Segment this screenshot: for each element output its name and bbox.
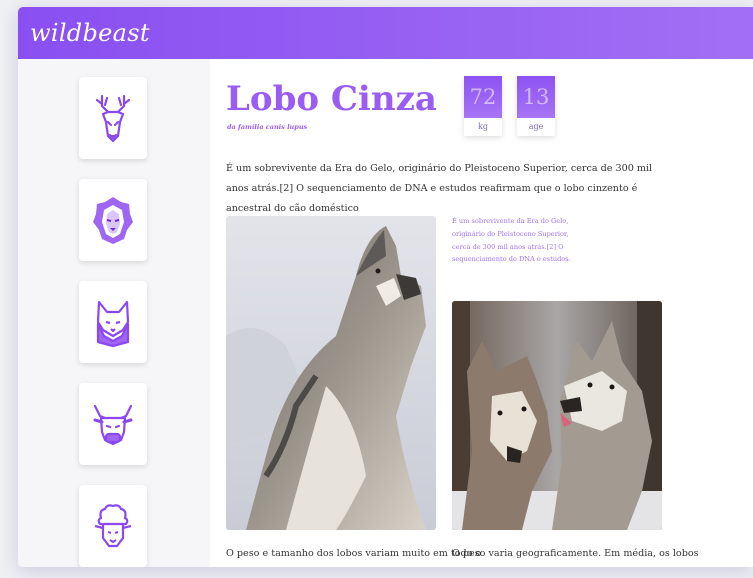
bull-icon (93, 404, 133, 446)
brand-logo[interactable]: wildbeast (30, 19, 150, 47)
sidebar-item-deer[interactable] (79, 77, 147, 159)
app-window: wildbeast Lobo Cinza da família canis lu… (18, 7, 753, 567)
page-subtitle: da família canis lupus (227, 123, 308, 131)
wolf-howling-photo (226, 216, 436, 530)
deer-icon (95, 94, 131, 143)
intro-paragraph: É um sobrevivente da Era do Gelo, origin… (226, 163, 653, 214)
stat-age-value: 13 (517, 76, 555, 118)
main-content: Lobo Cinza da família canis lupus 72 kg … (226, 59, 753, 567)
sidebar (18, 59, 210, 567)
page-title: Lobo Cinza (226, 79, 437, 119)
column-1-text: O peso e tamanho dos lobos variam muito … (226, 548, 482, 559)
sidebar-item-lion[interactable] (79, 179, 147, 261)
stat-weight-label: kg (478, 122, 488, 131)
stat-age: 13 age (517, 76, 555, 136)
two-wolves-photo (452, 301, 662, 530)
stat-weight-value: 72 (464, 76, 502, 118)
side-note: É um sobrevivente da Era do Gelo, origin… (452, 217, 571, 264)
sidebar-item-sheep[interactable] (79, 485, 147, 567)
sidebar-item-bull[interactable] (79, 383, 147, 465)
stat-age-label: age (528, 122, 544, 131)
sidebar-item-fox[interactable] (79, 281, 147, 363)
sheep-icon (94, 504, 132, 548)
lion-icon (93, 197, 133, 244)
fox-icon (96, 300, 130, 348)
column-2-text: O peso varia geograficamente. Em média, … (452, 548, 699, 559)
stat-weight: 72 kg (464, 76, 502, 136)
top-bar: wildbeast (18, 7, 753, 59)
